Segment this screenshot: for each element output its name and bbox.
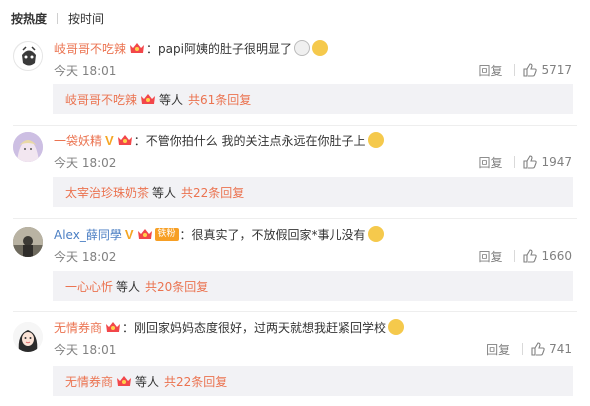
- comment-text: ：很真实了，不放假回家*事儿没有: [179, 227, 366, 242]
- verified-v-icon: V: [124, 226, 134, 242]
- comment-text: ：不管你拍什么 我的关注点永远在你肚子上: [133, 133, 366, 148]
- comment-time: 今天 18:01: [54, 63, 117, 78]
- sort-separator: [57, 12, 59, 24]
- username-link[interactable]: 无情券商: [54, 319, 102, 336]
- reply-button[interactable]: 回复: [478, 248, 502, 265]
- vip-crown-icon: [129, 41, 145, 55]
- comment-line: 岐哥哥不吃辣 ：papi阿姨的肚子很明显了: [54, 39, 328, 57]
- fan-badge: 铁粉: [154, 227, 179, 241]
- sub-reply-etc: 等人: [152, 185, 177, 200]
- like-count: 741: [549, 342, 572, 356]
- comment-divider: [13, 311, 577, 312]
- verified-v-icon: V: [105, 132, 114, 148]
- sub-replies-box[interactable]: 无情券商 等人 共22条回复: [53, 366, 573, 396]
- sub-reply-total-link[interactable]: 共22条回复: [164, 373, 227, 390]
- comment-line: 无情券商 ：刚回家妈妈态度很好，过两天就想我赶紧回学校: [54, 318, 405, 336]
- sub-replies-box[interactable]: 岐哥哥不吃辣 等人 共61条回复: [53, 84, 573, 114]
- sub-reply-user[interactable]: 无情券商: [65, 373, 113, 390]
- vip-crown-icon: [140, 92, 156, 106]
- avatar[interactable]: [13, 227, 43, 257]
- laugh-cry-emoji-icon: [367, 132, 384, 148]
- thumbs-up-icon[interactable]: [523, 63, 538, 77]
- like-count: 5717: [541, 63, 572, 77]
- vip-crown-icon: [105, 320, 121, 334]
- comment-time: 今天 18:02: [54, 155, 117, 170]
- sub-reply-user[interactable]: 岐哥哥不吃辣: [65, 91, 137, 108]
- sub-reply-user[interactable]: 太宰治珍珠奶茶: [65, 184, 149, 201]
- username-link[interactable]: Alex_薛同學: [54, 226, 122, 243]
- vip-crown-icon: [137, 227, 153, 241]
- thumbs-up-icon[interactable]: [523, 249, 538, 263]
- sub-reply-etc: 等人: [116, 279, 141, 294]
- crying-face-emoji-icon: [388, 319, 405, 335]
- doge-emoji-icon: [367, 226, 384, 242]
- comment-text: ：papi阿姨的肚子很明显了: [146, 41, 292, 56]
- comment-divider: [13, 125, 577, 126]
- sub-reply-total-link[interactable]: 共61条回复: [188, 91, 251, 108]
- reply-button[interactable]: 回复: [486, 341, 510, 358]
- comment-actions: 回复 5717: [478, 61, 572, 79]
- comment-line: Alex_薛同學 V 铁粉 ：很真实了，不放假回家*事儿没有: [54, 225, 384, 243]
- doge-emoji-icon: [311, 40, 328, 56]
- sub-reply-etc: 等人: [135, 374, 160, 389]
- sub-replies-box[interactable]: 一心心忻 等人 共20条回复: [53, 271, 573, 301]
- sub-reply-total-link[interactable]: 共22条回复: [181, 184, 244, 201]
- thumbs-up-icon[interactable]: [531, 342, 545, 356]
- comment-actions: 回复 741: [486, 340, 572, 358]
- thumbs-up-icon[interactable]: [523, 155, 538, 169]
- comment-meta: 今天 18:02: [54, 249, 122, 264]
- comment-line: 一袋妖精 V ：不管你拍什么 我的关注点永远在你肚子上: [54, 131, 384, 149]
- comment-time: 今天 18:02: [54, 249, 117, 264]
- sub-reply-total-link[interactable]: 共20条回复: [145, 278, 208, 295]
- sub-reply-etc: 等人: [159, 92, 184, 107]
- comment-actions: 回复 1947: [478, 153, 572, 171]
- comment-time: 今天 18:01: [54, 342, 117, 357]
- comment-text: ：刚回家妈妈态度很好，过两天就想我赶紧回学校: [122, 320, 387, 335]
- username-link[interactable]: 一袋妖精: [54, 132, 102, 149]
- sweat-face-emoji-icon: [293, 40, 310, 56]
- action-divider: [514, 64, 516, 76]
- comment-meta: 今天 18:02: [54, 155, 122, 170]
- sub-replies-box[interactable]: 太宰治珍珠奶茶 等人 共22条回复: [53, 177, 573, 207]
- action-divider: [514, 156, 516, 168]
- sub-reply-user[interactable]: 一心心忻: [65, 278, 113, 295]
- like-count: 1660: [541, 249, 572, 263]
- avatar[interactable]: [13, 132, 43, 162]
- comment-meta: 今天 18:01: [54, 342, 122, 357]
- reply-button[interactable]: 回复: [478, 154, 502, 171]
- avatar[interactable]: [13, 322, 43, 352]
- reply-button[interactable]: 回复: [478, 62, 502, 79]
- avatar[interactable]: [13, 41, 43, 71]
- username-link[interactable]: 岐哥哥不吃辣: [54, 40, 126, 57]
- vip-crown-icon: [117, 133, 133, 147]
- comment-meta: 今天 18:01: [54, 63, 122, 78]
- comment-divider: [13, 218, 577, 219]
- action-divider: [514, 250, 516, 262]
- action-divider: [522, 343, 524, 355]
- sort-by-hot-tab[interactable]: 按热度: [11, 10, 47, 27]
- sort-by-time-tab[interactable]: 按时间: [68, 10, 104, 27]
- like-count: 1947: [541, 155, 572, 169]
- vip-crown-icon: [116, 374, 132, 388]
- sort-bar: 按热度 按时间: [11, 9, 104, 27]
- comment-actions: 回复 1660: [478, 247, 572, 265]
